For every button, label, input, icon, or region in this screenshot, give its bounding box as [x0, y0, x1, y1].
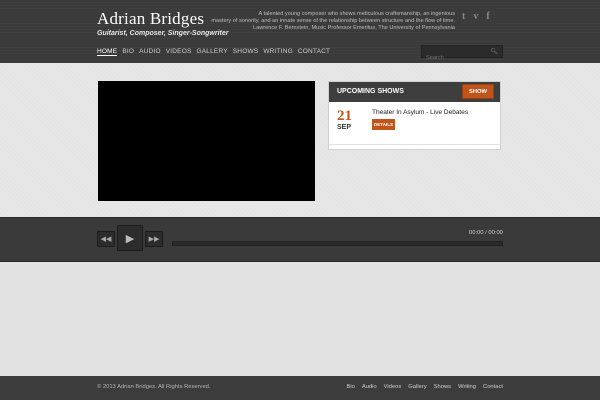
site-header: Adrian Bridges Guitarist, Composer, Sing… [0, 0, 600, 64]
upcoming-shows-panel: UPCOMING SHOWS SHOW ALL 21 SEP Theater I… [328, 81, 501, 150]
quote-line: mastery of sonority, and an innate sense… [211, 18, 455, 24]
social-links: t v f [462, 11, 490, 22]
event-title[interactable]: Theater In Asylum - Live Debates [372, 109, 468, 116]
footer-link-audio[interactable]: Audio [362, 384, 377, 390]
audio-player: ◀◀ ▶ ▶▶ 00:00 / 00:00 [0, 217, 600, 262]
search-input[interactable] [422, 52, 488, 64]
divider [329, 144, 500, 145]
rewind-button[interactable]: ◀◀ [97, 231, 115, 247]
time-current: 00:00 [469, 230, 484, 236]
header-quote: A talented young composer who shows meti… [205, 11, 455, 32]
shows-header: UPCOMING SHOWS SHOW ALL [329, 82, 500, 110]
footer-link-gallery[interactable]: Gallery [408, 384, 426, 390]
search-icon[interactable]: 🔍︎ [490, 48, 498, 55]
footer-link-shows[interactable]: Shows [434, 384, 451, 390]
shows-title: UPCOMING SHOWS [337, 88, 404, 95]
footer-nav: Bio Audio Videos Gallery Shows Writing C… [346, 384, 503, 390]
play-button[interactable]: ▶ [117, 225, 143, 251]
nav-item-writing[interactable]: WRITING [263, 48, 293, 56]
play-icon: ▶ [125, 232, 135, 245]
search-box: 🔍︎ [421, 45, 503, 64]
show-all-button[interactable]: SHOW ALL [462, 84, 494, 110]
video-player[interactable] [98, 81, 315, 201]
site-title[interactable]: Adrian Bridges [97, 9, 204, 29]
main-navbar: HOME BIO AUDIO VIDEOS GALLERY SHOWS WRIT… [0, 41, 600, 63]
nav-item-home[interactable]: HOME [97, 48, 118, 56]
nav-item-videos[interactable]: VIDEOS [166, 48, 192, 56]
event-day: 21 [337, 108, 352, 124]
nav-item-audio[interactable]: AUDIO [139, 48, 161, 56]
time-display: 00:00 / 00:00 [469, 230, 503, 236]
footer-link-contact[interactable]: Contact [483, 384, 503, 390]
footer-link-writing[interactable]: Writing [458, 384, 476, 390]
quote-line: A talented young composer who shows meti… [258, 11, 455, 17]
copyright: © 2013 Adrian Bridges. All Rights Reserv… [97, 384, 211, 390]
lower-content [0, 262, 600, 376]
main-nav: HOME BIO AUDIO VIDEOS GALLERY SHOWS WRIT… [97, 48, 330, 56]
nav-item-bio[interactable]: BIO [122, 48, 134, 56]
footer-link-videos[interactable]: Videos [384, 384, 402, 390]
facebook-icon[interactable]: f [486, 11, 489, 22]
fast-forward-icon: ▶▶ [148, 236, 160, 243]
nav-item-contact[interactable]: CONTACT [298, 48, 330, 56]
footer-link-bio[interactable]: Bio [346, 384, 354, 390]
twitter-icon[interactable]: t [462, 11, 465, 22]
nav-item-shows[interactable]: SHOWS [233, 48, 259, 56]
quote-attribution: Lawrence F. Bernstein, Music Professor E… [253, 25, 455, 31]
nav-item-gallery[interactable]: GALLERY [196, 48, 227, 56]
time-total: 00:00 [488, 230, 503, 236]
time-separator: / [485, 230, 487, 236]
fast-forward-button[interactable]: ▶▶ [145, 231, 163, 247]
event-month: SEP [337, 124, 352, 131]
vimeo-icon[interactable]: v [473, 11, 478, 22]
event-details-button[interactable]: DETAILS [372, 119, 395, 130]
rewind-icon: ◀◀ [100, 236, 112, 243]
event-date: 21 SEP [337, 108, 352, 132]
site-footer: © 2013 Adrian Bridges. All Rights Reserv… [0, 376, 600, 400]
progress-bar[interactable] [172, 241, 503, 246]
